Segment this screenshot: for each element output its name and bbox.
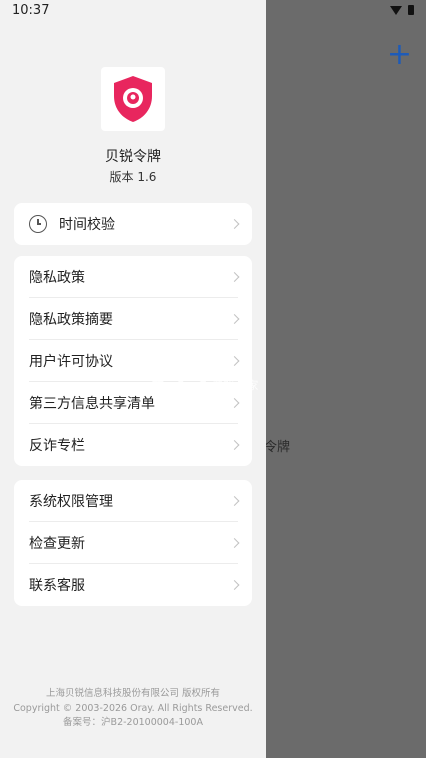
menu-item-label: 反诈专栏: [29, 438, 85, 454]
menu-item-label: 时间校验: [59, 217, 115, 233]
menu-item-time-check[interactable]: 时间校验: [14, 203, 252, 245]
menu-group-policies: 隐私政策 隐私政策摘要 用户许可协议 第三方信息共享清单 反诈专栏: [14, 256, 252, 466]
watermark-brand: K73: [150, 366, 210, 396]
menu-item-label: 用户许可协议: [29, 354, 113, 370]
menu-item-label: 系统权限管理: [29, 494, 113, 510]
watermark-sub: 游戏之家: [211, 379, 260, 392]
menu-item-anti-fraud[interactable]: 反诈专栏: [14, 424, 252, 466]
footer-company: 上海贝锐信息科技股份有限公司 版权所有: [45, 688, 221, 699]
chevron-right-icon: [229, 538, 240, 548]
menu-item-permissions[interactable]: 系统权限管理: [14, 480, 252, 522]
menu-group-system: 系统权限管理 检查更新 联系客服: [14, 480, 252, 606]
chevron-right-icon: [229, 356, 240, 366]
chevron-right-icon: [229, 314, 240, 324]
chevron-right-icon: [229, 440, 240, 450]
add-icon[interactable]: +: [387, 40, 412, 70]
menu-item-check-update[interactable]: 检查更新: [14, 522, 252, 564]
chevron-right-icon: [229, 580, 240, 590]
app-name: 贝锐令牌: [105, 149, 161, 165]
footer: 上海贝锐信息科技股份有限公司 版权所有 Copyright © 2003-202…: [0, 687, 266, 731]
menu-item-label: 联系客服: [29, 578, 85, 594]
menu-item-label: 隐私政策: [29, 270, 85, 286]
footer-copyright: Copyright © 2003-2026 Oray. All Rights R…: [13, 702, 253, 714]
app-version: 版本 1.6: [109, 170, 157, 184]
menu-item-label: 检查更新: [29, 536, 85, 552]
chevron-right-icon: [229, 398, 240, 408]
status-time: 10:37: [12, 3, 50, 18]
menu-item-privacy-policy[interactable]: 隐私政策: [14, 256, 252, 298]
status-icons: [390, 5, 414, 15]
clock-icon: [29, 215, 47, 233]
menu-group-time: 时间校验: [14, 203, 252, 245]
background-label: 令牌: [264, 440, 291, 455]
menu-item-label: 第三方信息共享清单: [29, 396, 155, 412]
chevron-right-icon: [229, 496, 240, 506]
watermark-logo: K73 游戏之家: [150, 366, 259, 396]
wifi-icon: [390, 5, 402, 15]
app-logo: [101, 67, 165, 131]
menu-item-privacy-summary[interactable]: 隐私政策摘要: [14, 298, 252, 340]
battery-icon: [408, 5, 414, 15]
shield-icon: [114, 76, 152, 122]
chevron-right-icon: [229, 219, 240, 229]
menu-item-contact-support[interactable]: 联系客服: [14, 564, 252, 606]
footer-icp: 备案号：沪B2-20100004-100A: [63, 717, 203, 728]
menu-item-label: 隐私政策摘要: [29, 312, 113, 328]
chevron-right-icon: [229, 272, 240, 282]
